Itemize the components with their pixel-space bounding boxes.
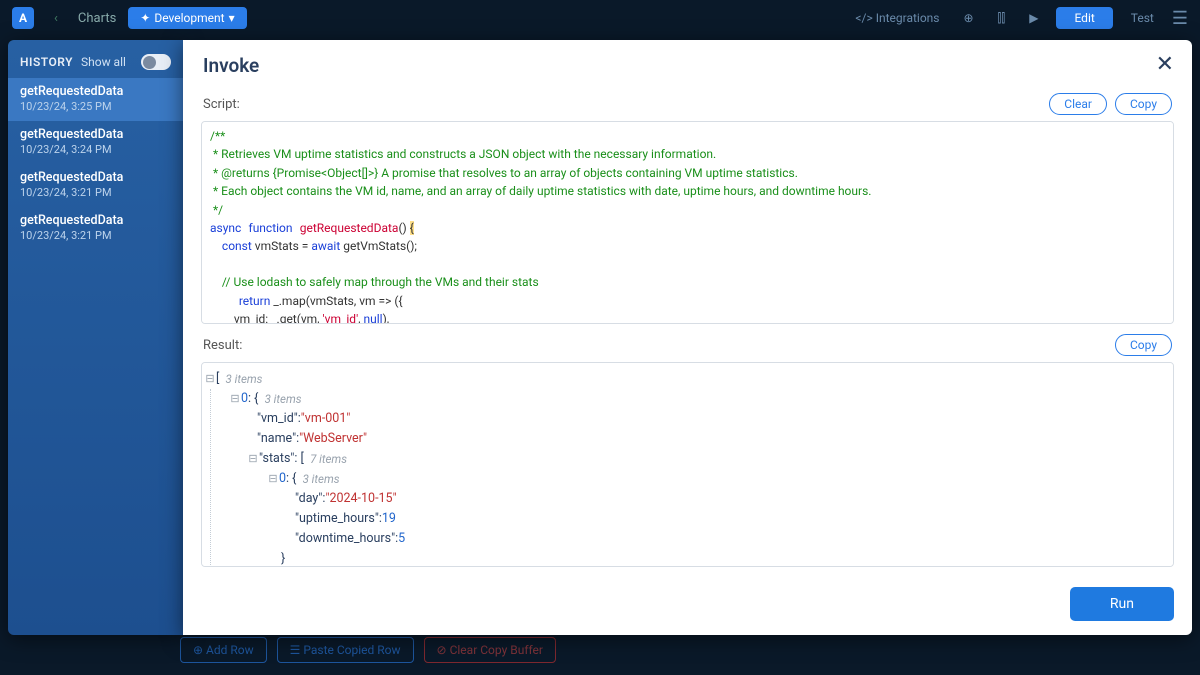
history-item-name: getRequestedData [20,170,171,185]
history-item-name: getRequestedData [20,127,171,142]
result-viewer[interactable]: ⊟[ 3 items ⊟0 : { 3 items "vm_id" : "vm-… [201,362,1174,567]
clear-button[interactable]: Clear [1049,93,1107,115]
history-item[interactable]: getRequestedData 10/23/24, 3:24 PM [8,121,183,164]
history-item-name: getRequestedData [20,84,171,99]
show-all-label: Show all [81,55,126,69]
result-label: Result: [203,338,242,353]
copy-result-button[interactable]: Copy [1115,334,1172,356]
history-item-time: 10/23/24, 3:21 PM [20,186,171,199]
close-icon[interactable]: ✕ [1156,54,1174,76]
history-item-time: 10/23/24, 3:25 PM [20,100,171,113]
show-all-toggle[interactable] [141,54,171,70]
history-item[interactable]: getRequestedData 10/23/24, 3:21 PM [8,207,183,250]
copy-script-button[interactable]: Copy [1115,93,1172,115]
collapse-icon[interactable]: ⊟ [204,370,216,388]
script-editor[interactable]: /** * Retrieves VM uptime statistics and… [201,121,1174,324]
collapse-icon[interactable]: ⊟ [247,450,259,468]
collapse-icon[interactable]: ⊟ [229,390,241,408]
script-label: Script: [203,97,240,112]
history-item-time: 10/23/24, 3:21 PM [20,229,171,242]
history-item-time: 10/23/24, 3:24 PM [20,143,171,156]
history-title: HISTORY [20,55,73,69]
history-item[interactable]: getRequestedData 10/23/24, 3:25 PM [8,78,183,121]
panel-title: Invoke [203,54,259,77]
run-button[interactable]: Run [1070,587,1174,621]
history-sidebar: HISTORY Show all getRequestedData 10/23/… [8,40,183,635]
invoke-panel: ✕ Invoke Script: Clear Copy /** * Retrie… [183,40,1192,635]
history-item-name: getRequestedData [20,213,171,228]
history-item[interactable]: getRequestedData 10/23/24, 3:21 PM [8,164,183,207]
collapse-icon[interactable]: ⊟ [267,470,279,488]
